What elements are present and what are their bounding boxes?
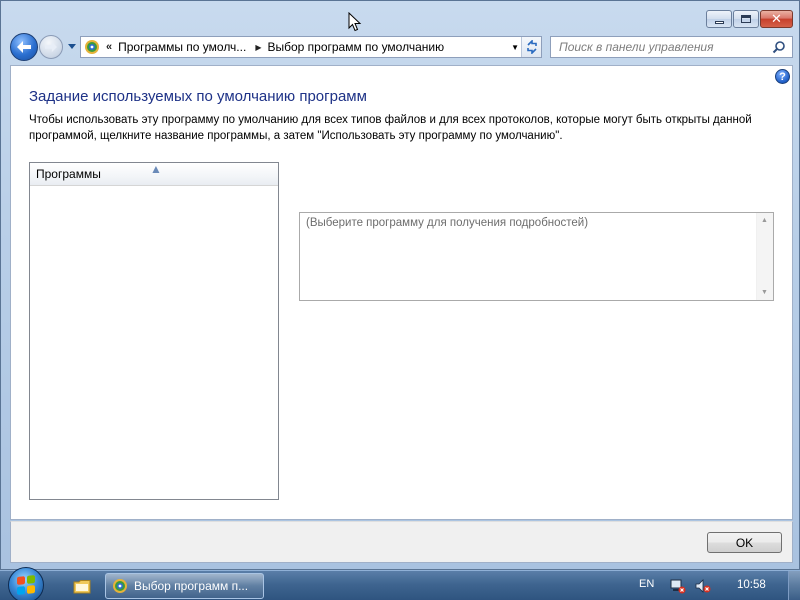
windows-logo-icon [17,575,35,595]
control-panel-icon [85,40,99,54]
taskbar-active-task[interactable]: Выбор программ п... [105,573,264,599]
navigation-bar: « Программы по умолч... ▶ Выбор программ… [1,31,799,63]
programs-list[interactable]: ▲ Программы [29,162,279,500]
taskbar: Выбор программ п... EN 10:58 [0,567,800,600]
page-description: Чтобы использовать эту программу по умол… [29,114,752,142]
show-desktop-button[interactable] [788,571,800,600]
search-input[interactable] [551,37,761,57]
programs-window: ✕ « Программы по умолч... ▶ Выбор програ… [0,0,800,570]
volume-muted-icon[interactable] [695,578,711,594]
arrow-right-icon [45,41,57,53]
minimize-icon [714,20,724,24]
breadcrumb-set-default-programs[interactable]: Выбор программ по умолчанию [267,40,444,54]
recent-pages-dropdown[interactable] [67,41,77,51]
scroll-up-icon[interactable]: ▲ [761,217,768,224]
programs-column-header[interactable]: ▲ Программы [30,162,278,186]
caption-buttons: ✕ [705,10,793,28]
sort-ascending-icon: ▲ [150,162,162,176]
ok-button[interactable]: OK [707,532,782,553]
programs-column-label: Программы [36,167,101,181]
address-bar[interactable]: « Программы по умолч... ▶ Выбор программ… [80,36,542,58]
start-button[interactable] [8,567,44,600]
content-pane: ? Задание используемых по умолчанию прог… [10,65,793,520]
overflow-chevron[interactable]: « [106,41,112,53]
details-placeholder: (Выберите программу для получения подроб… [306,217,589,229]
maximize-button[interactable] [733,10,759,28]
back-button[interactable] [10,33,38,61]
chevron-down-icon [68,43,76,49]
program-details-box[interactable]: (Выберите программу для получения подроб… [299,212,774,301]
taskbar-explorer-button[interactable] [64,574,100,598]
language-indicator[interactable]: EN [639,578,654,590]
address-dropdown-icon[interactable]: ▼ [511,43,519,52]
refresh-icon [526,40,537,54]
folder-icon [73,579,91,593]
breadcrumb-separator-icon[interactable]: ▶ [255,43,261,52]
dialog-button-bar: OK [10,521,793,563]
close-button[interactable]: ✕ [760,10,793,28]
maximize-icon [741,15,751,23]
taskbar-clock[interactable]: 10:58 [737,579,766,591]
arrow-left-icon [17,41,31,53]
breadcrumb-default-programs[interactable]: Программы по умолч... [118,40,246,54]
forward-button[interactable] [39,35,63,59]
search-box [550,36,793,58]
page-title: Задание используемых по умолчанию програ… [29,88,367,105]
details-scrollbar[interactable]: ▲ ▼ [756,213,773,300]
title-bar[interactable]: ✕ [1,1,799,31]
control-panel-icon [113,579,127,593]
scroll-down-icon[interactable]: ▼ [761,289,768,296]
refresh-button[interactable] [521,37,541,57]
help-icon[interactable]: ? [775,69,790,84]
mouse-cursor-icon [348,12,362,32]
minimize-button[interactable] [706,10,732,28]
active-task-label: Выбор программ п... [134,579,249,593]
close-icon: ✕ [771,11,782,27]
search-icon[interactable] [772,40,786,54]
network-icon[interactable] [670,578,686,594]
